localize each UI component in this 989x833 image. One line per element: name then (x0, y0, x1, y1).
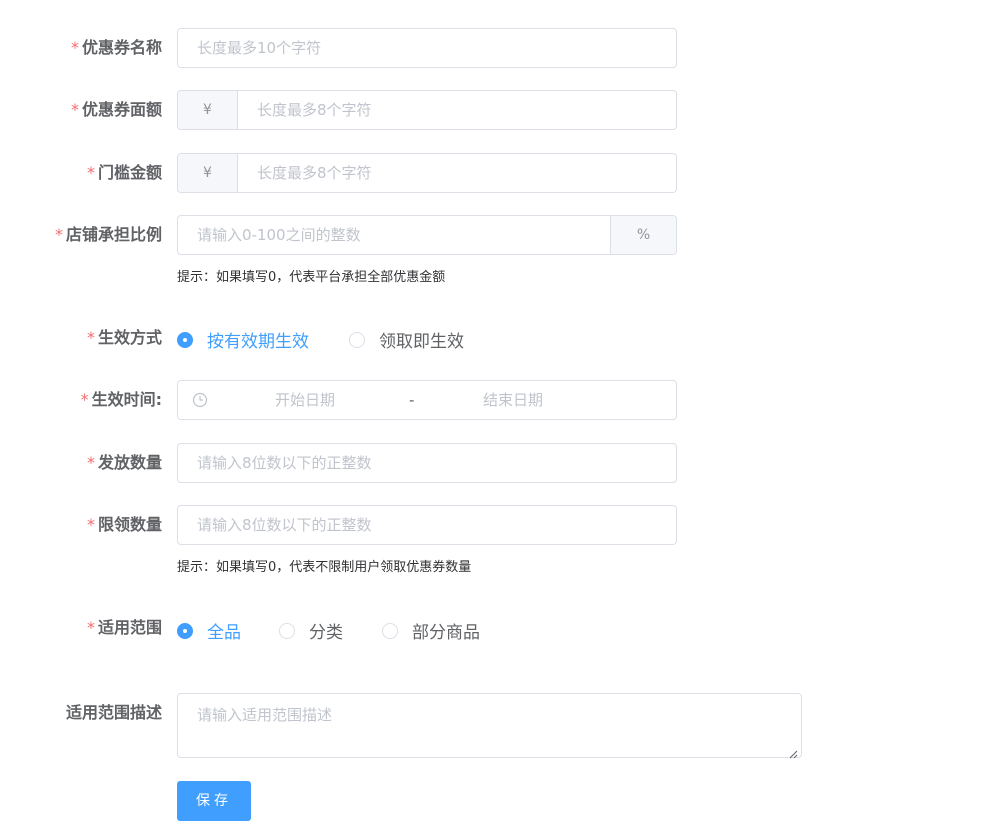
limit-quantity-label: * 限领数量 (0, 515, 162, 535)
required-mark: * (54, 225, 63, 244)
store-ratio-input[interactable]: 请输入0-100之间的整数 % (177, 215, 677, 255)
radio-dot (279, 622, 295, 639)
effect-time-label-text: 生效时间: (91, 390, 162, 409)
effect-mode-label-text: 生效方式 (97, 328, 162, 347)
required-mark: * (86, 618, 95, 637)
store-ratio-label-text: 店铺承担比例 (65, 225, 162, 244)
coupon-name-label: * 优惠券名称 (0, 38, 162, 58)
coupon-name-label-text: 优惠券名称 (81, 38, 162, 57)
effect-time-label: * 生效时间: (0, 390, 162, 410)
coupon-amount-placeholder: 长度最多8个字符 (257, 101, 372, 119)
issue-quantity-placeholder: 请输入8位数以下的正整数 (197, 454, 372, 472)
radio-effective-on-claim[interactable]: 领取即生效 (349, 327, 464, 352)
issue-quantity-input[interactable]: 请输入8位数以下的正整数 (177, 443, 677, 483)
required-mark: * (86, 453, 95, 472)
radio-scope-category[interactable]: 分类 (279, 618, 343, 643)
scope-label: * 适用范围 (0, 618, 162, 638)
issue-quantity-label-text: 发放数量 (97, 453, 162, 472)
store-ratio-placeholder: 请输入0-100之间的整数 (197, 226, 361, 244)
save-button[interactable]: 保存 (177, 781, 251, 821)
radio-dot (177, 331, 193, 348)
date-separator: - (409, 391, 415, 409)
required-mark: * (86, 515, 95, 534)
radio-label: 全品 (207, 623, 241, 643)
required-mark: * (86, 163, 95, 182)
store-ratio-hint: 提示：如果填写0，代表平台承担全部优惠金额 (177, 270, 446, 285)
threshold-amount-label: * 门槛金额 (0, 163, 162, 183)
yuan-prefix: ¥ (178, 91, 238, 129)
radio-dot (382, 622, 398, 639)
radio-dot (177, 622, 193, 639)
scope-desc-placeholder: 请输入适用范围描述 (197, 706, 333, 724)
required-mark: * (70, 38, 79, 57)
scope-desc-textarea[interactable]: 请输入适用范围描述 (177, 693, 802, 759)
limit-quantity-hint: 提示：如果填写0，代表不限制用户领取优惠券数量 (177, 560, 472, 575)
limit-quantity-placeholder: 请输入8位数以下的正整数 (197, 516, 372, 534)
radio-scope-all[interactable]: 全品 (177, 618, 241, 643)
date-range-picker[interactable]: 开始日期 - 结束日期 (177, 380, 677, 420)
store-ratio-label: * 店铺承担比例 (0, 225, 162, 245)
radio-label: 领取即生效 (379, 332, 464, 352)
coupon-name-placeholder: 长度最多10个字符 (197, 39, 322, 57)
yuan-prefix: ¥ (178, 154, 238, 192)
clock-icon (192, 392, 208, 408)
threshold-amount-input[interactable]: ¥ 长度最多8个字符 (177, 153, 677, 193)
required-mark: * (80, 390, 89, 409)
coupon-name-input[interactable]: 长度最多10个字符 (177, 28, 677, 68)
issue-quantity-label: * 发放数量 (0, 453, 162, 473)
required-mark: * (86, 328, 95, 347)
threshold-amount-label-text: 门槛金额 (97, 163, 162, 182)
effect-mode-label: * 生效方式 (0, 328, 162, 348)
resize-grip-icon[interactable] (788, 744, 798, 759)
radio-scope-partial-products[interactable]: 部分商品 (382, 618, 480, 643)
radio-label: 部分商品 (412, 623, 480, 643)
start-date-input[interactable]: 开始日期 (275, 381, 335, 419)
scope-desc-label: 适用范围描述 (0, 703, 162, 723)
coupon-amount-label-text: 优惠券面额 (81, 100, 162, 119)
end-date-input[interactable]: 结束日期 (483, 381, 543, 419)
radio-label: 分类 (309, 623, 343, 643)
coupon-amount-label: * 优惠券面额 (0, 100, 162, 120)
scope-label-text: 适用范围 (97, 618, 162, 637)
threshold-amount-placeholder: 长度最多8个字符 (257, 164, 372, 182)
scope-desc-label-text: 适用范围描述 (65, 703, 162, 722)
limit-quantity-input[interactable]: 请输入8位数以下的正整数 (177, 505, 677, 545)
radio-by-validity-period[interactable]: 按有效期生效 (177, 327, 309, 352)
percent-suffix: % (610, 216, 676, 254)
required-mark: * (70, 100, 79, 119)
limit-quantity-label-text: 限领数量 (97, 515, 162, 534)
radio-label: 按有效期生效 (207, 332, 309, 352)
radio-dot (349, 331, 365, 348)
coupon-amount-input[interactable]: ¥ 长度最多8个字符 (177, 90, 677, 130)
